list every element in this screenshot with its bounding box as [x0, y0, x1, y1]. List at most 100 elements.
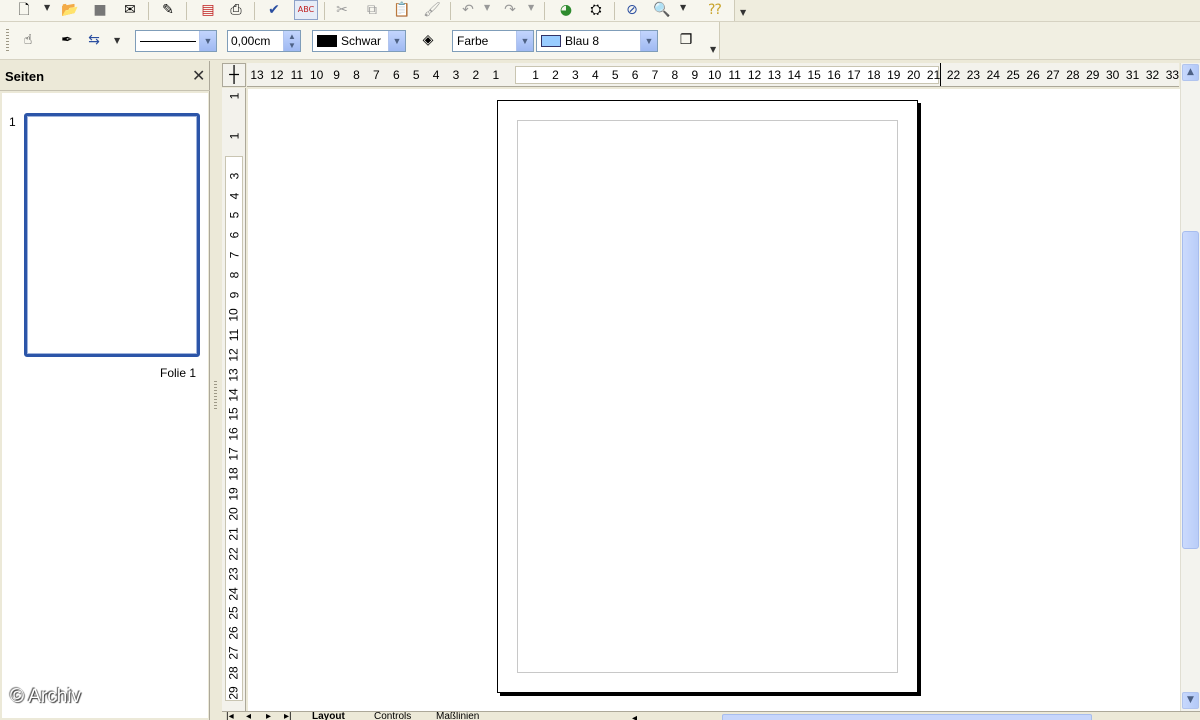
- ruler-tick-label: 11: [224, 325, 244, 345]
- ruler-tick-text: 17: [226, 447, 241, 461]
- arrow-style-icon[interactable]: ⇆: [84, 31, 104, 49]
- slide-page[interactable]: [497, 100, 918, 693]
- ruler-tick-label: 29: [1086, 68, 1100, 82]
- ruler-tick-text: 21: [226, 527, 241, 541]
- ruler-tick-label: 1: [532, 68, 539, 82]
- ruler-tick-text: 27: [226, 646, 241, 660]
- arrow-style-dropdown-icon[interactable]: ▼: [114, 36, 120, 45]
- horizontal-ruler[interactable]: 13 12 11 10 9 8 7 6 5 4 3 2 1 1 2 3 4 5 6 7 8 9 10 11 12 13 14 15 16…: [247, 63, 1179, 87]
- drawing-canvas[interactable]: [248, 89, 1180, 711]
- scroll-left-icon[interactable]: ◂: [632, 714, 637, 720]
- save-icon[interactable]: ■: [90, 1, 110, 19]
- toolbar-grip[interactable]: [6, 29, 9, 53]
- ruler-tick-label: 6: [224, 225, 244, 245]
- ruler-tick-label: 14: [224, 385, 244, 405]
- area-style-select[interactable]: Farbe ▼: [452, 30, 534, 52]
- ruler-tick-label: 8: [353, 68, 360, 82]
- ruler-tick-text: 19: [226, 487, 241, 501]
- ruler-tick-label: 4: [591, 68, 599, 82]
- area-color-select[interactable]: Blau 8 ▼: [536, 30, 658, 52]
- close-icon[interactable]: ✕: [192, 66, 205, 85]
- ruler-tick-label: 25: [1006, 68, 1020, 82]
- horizontal-scrollbar-thumb[interactable]: [722, 714, 1092, 720]
- undo-icon[interactable]: ↶: [458, 1, 478, 19]
- line-icon[interactable]: ✒: [57, 31, 77, 49]
- chart-icon[interactable]: ◕: [556, 1, 576, 19]
- ruler-tick-label: 9: [333, 68, 340, 82]
- ruler-tick-label: 15: [224, 404, 244, 424]
- paste-icon[interactable]: 📋: [392, 1, 412, 19]
- ruler-tick-label: 27: [224, 643, 244, 663]
- chevron-down-icon[interactable]: ▼: [516, 31, 533, 51]
- open-folder-icon[interactable]: 📂: [60, 1, 80, 19]
- scroll-up-icon[interactable]: ▲: [1182, 64, 1199, 81]
- ruler-tick-label: 14: [787, 68, 801, 82]
- redo-icon[interactable]: ↷: [500, 1, 520, 19]
- redo-dropdown-arrow-icon[interactable]: ▼: [528, 3, 534, 12]
- autospellcheck-icon[interactable]: ABC: [294, 0, 318, 20]
- ruler-tick-label: 15: [807, 68, 821, 82]
- toolbar-overflow-arrow-icon[interactable]: ▼: [740, 8, 746, 17]
- ruler-tick-text: 28: [226, 666, 241, 680]
- ruler-tick-label: 9: [691, 68, 699, 82]
- tab-nav-last-icon[interactable]: ▸|: [284, 712, 292, 720]
- ruler-tick-label: 6: [631, 68, 639, 82]
- navigator-compass-icon[interactable]: ⊘: [622, 1, 642, 19]
- select-icon[interactable]: ☝: [18, 31, 38, 49]
- chevron-down-icon[interactable]: ▼: [199, 31, 216, 51]
- vertical-scrollbar[interactable]: ▲ ▼: [1180, 63, 1200, 711]
- spin-updown-icon[interactable]: ▲ ▼: [283, 31, 300, 51]
- ruler-tick-label: 12: [224, 345, 244, 365]
- ruler-tick-label: 10: [224, 305, 244, 325]
- edit-file-icon[interactable]: ✎: [158, 1, 178, 19]
- zoom-icon[interactable]: 🔍: [652, 1, 672, 19]
- area-fill-icon[interactable]: ◈: [418, 31, 438, 49]
- ruler-tick-text: 18: [226, 467, 241, 481]
- line-width-field[interactable]: 0,00cm ▲ ▼: [227, 30, 301, 52]
- ruler-tick-label: 28: [1066, 68, 1080, 82]
- cut-icon[interactable]: ✂: [332, 1, 352, 19]
- pane-splitter[interactable]: [211, 61, 221, 720]
- ruler-tick-label: 10: [708, 68, 722, 82]
- new-document-icon[interactable]: 🗋: [14, 1, 34, 19]
- chevron-down-icon[interactable]: ▼: [388, 31, 405, 51]
- slide-thumbnail[interactable]: [24, 113, 200, 357]
- tab-layout[interactable]: Layout: [312, 712, 345, 720]
- toolbar-overflow-arrow-icon[interactable]: ▼: [710, 45, 716, 54]
- ruler-tick-label: 3: [452, 68, 460, 82]
- ruler-tick-label: 1: [492, 68, 500, 82]
- slides-pane: Seiten ✕ 1 Folie 1: [0, 61, 210, 720]
- tab-nav-prev-icon[interactable]: ◂: [246, 712, 251, 720]
- ruler-origin-icon[interactable]: ┼: [222, 63, 246, 87]
- ruler-tick-text: 7: [227, 251, 241, 259]
- email-icon[interactable]: ✉: [120, 1, 140, 19]
- tab-nav-next-icon[interactable]: ▸: [266, 712, 271, 720]
- spellcheck-icon[interactable]: ✔: [264, 1, 284, 19]
- clone-format-icon[interactable]: 🖌: [422, 1, 442, 19]
- shadow-icon[interactable]: ❐: [676, 31, 696, 49]
- ruler-tick-label: 9: [224, 285, 244, 305]
- navigator-icon[interactable]: ⛭: [586, 1, 606, 19]
- copy-icon[interactable]: ⧉: [362, 1, 382, 19]
- tab-nav-first-icon[interactable]: |◂: [226, 712, 234, 720]
- new-dropdown-arrow-icon[interactable]: ▼: [44, 3, 50, 12]
- undo-dropdown-arrow-icon[interactable]: ▼: [484, 3, 490, 12]
- scroll-down-icon[interactable]: ▼: [1182, 692, 1199, 709]
- export-pdf-icon[interactable]: ▤: [198, 1, 218, 19]
- chevron-down-icon[interactable]: ▼: [640, 31, 657, 51]
- splitter-grip-icon[interactable]: [214, 381, 217, 411]
- line-color-select[interactable]: Schwar ▼: [312, 30, 406, 52]
- watermark: © Archiv: [10, 686, 82, 707]
- page-margin-boundary: [517, 120, 898, 673]
- tab-controls[interactable]: Controls: [374, 712, 411, 720]
- ruler-tick-label: 5: [224, 205, 244, 225]
- layer-tab-bar: |◂ ◂ ▸ ▸| Layout Controls Maßlinien ◂: [222, 711, 1200, 720]
- help-icon[interactable]: ⁇: [705, 1, 725, 19]
- zoom-dropdown-arrow-icon[interactable]: ▼: [680, 3, 686, 12]
- tab-dimension-lines[interactable]: Maßlinien: [436, 712, 479, 720]
- print-icon[interactable]: ⎙: [226, 1, 246, 19]
- ruler-tick-text: 14: [226, 387, 241, 402]
- scrollbar-thumb[interactable]: [1182, 231, 1199, 549]
- line-style-select[interactable]: ▼: [135, 30, 217, 52]
- vertical-ruler[interactable]: 1 1 3 4 5 6 7 8 9 10 11 12 13 14 15 16 17 18 19 20 21 22 23 24 2…: [222, 88, 246, 720]
